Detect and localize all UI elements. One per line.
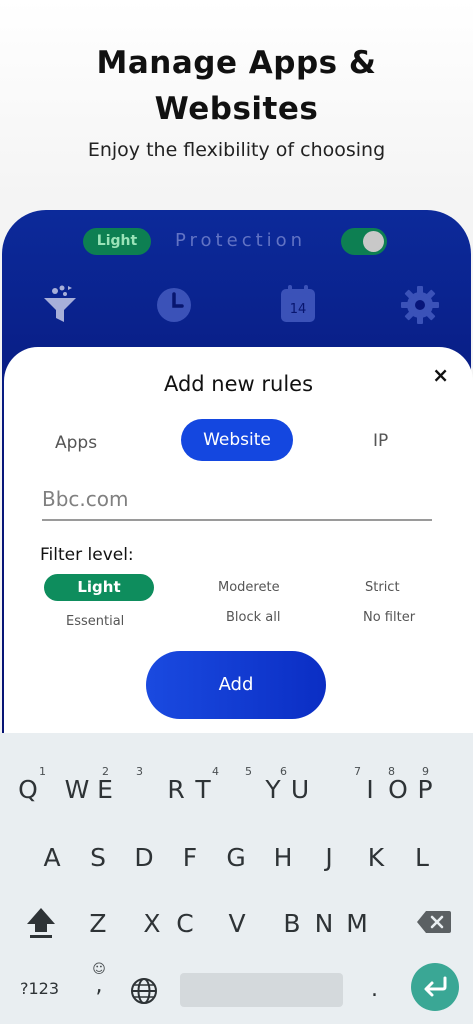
modal-title: Add new rules (163, 372, 314, 396)
key-f[interactable]: F (175, 843, 205, 872)
key-a[interactable]: A (37, 843, 67, 872)
status-row: Light Protection (2, 228, 471, 256)
key-e[interactable]: E (90, 775, 120, 804)
tab-ip[interactable]: IP (373, 431, 388, 451)
shift-icon (27, 908, 55, 938)
key-j[interactable]: J (314, 843, 344, 872)
globe-icon[interactable] (130, 977, 158, 1005)
calendar-icon[interactable]: 14 (276, 282, 320, 326)
key-x[interactable]: X (137, 909, 167, 938)
add-button[interactable]: Add (146, 651, 326, 719)
key-b[interactable]: B (277, 909, 307, 938)
headline-line-1: Manage Apps & (96, 45, 377, 81)
key-p[interactable]: P (410, 775, 440, 804)
comma-label: , (95, 973, 103, 998)
headline: Manage Apps & Websites (0, 40, 473, 132)
key-n[interactable]: N (309, 909, 339, 938)
nav-icon-row: 14 (2, 282, 471, 332)
headline-line-2: Websites (154, 91, 319, 127)
filter-option-moderete[interactable]: Moderete (218, 580, 280, 595)
key-w[interactable]: W (62, 775, 92, 804)
key-o[interactable]: O (383, 775, 413, 804)
period-key[interactable]: . (371, 977, 378, 1002)
filter-option-light[interactable]: Light (44, 574, 154, 601)
key-i[interactable]: I (355, 775, 385, 804)
gear-icon[interactable] (398, 282, 442, 326)
key-r[interactable]: R (161, 775, 191, 804)
key-h[interactable]: H (268, 843, 298, 872)
filter-option-strict[interactable]: Strict (365, 580, 400, 595)
filter-option-no-filter[interactable]: No filter (363, 610, 415, 625)
protection-label: Protection (175, 230, 307, 251)
key-hint-2: 2 (102, 765, 109, 778)
shift-key[interactable] (24, 904, 58, 940)
backspace-icon (417, 911, 451, 933)
symbols-key[interactable]: ?123 (20, 979, 59, 998)
key-hint-5: 5 (245, 765, 252, 778)
key-s[interactable]: S (83, 843, 113, 872)
subheadline: Enjoy the flexibility of choosing (87, 139, 386, 161)
key-g[interactable]: G (221, 843, 251, 872)
protection-toggle[interactable] (341, 228, 387, 255)
key-v[interactable]: V (222, 909, 252, 938)
tab-website[interactable]: Website (181, 419, 293, 461)
key-y[interactable]: Y (258, 775, 288, 804)
key-z[interactable]: Z (83, 909, 113, 938)
add-rules-modal: Add new rules × Apps Website IP Bbc.com … (4, 347, 473, 747)
toggle-knob (363, 231, 384, 252)
key-c[interactable]: C (170, 909, 200, 938)
key-k[interactable]: K (361, 843, 391, 872)
filter-icon[interactable] (38, 282, 82, 326)
key-hint-8: 8 (388, 765, 395, 778)
clock-icon[interactable] (152, 282, 196, 326)
filter-level-label: Filter level: (40, 545, 134, 565)
key-u[interactable]: U (285, 775, 315, 804)
filter-option-essential[interactable]: Essential (66, 614, 124, 629)
key-hint-7: 7 (354, 765, 361, 778)
key-hint-4: 4 (212, 765, 219, 778)
key-q[interactable]: Q (13, 775, 43, 804)
key-hint-3: 3 (136, 765, 143, 778)
keyboard: Q W E R T Y U I O P 1 2 3 4 5 6 7 8 9 A … (0, 733, 473, 1024)
key-hint-9: 9 (422, 765, 429, 778)
enter-key[interactable] (411, 963, 459, 1011)
spacebar[interactable] (180, 973, 343, 1007)
level-pill[interactable]: Light (83, 228, 151, 255)
key-t[interactable]: T (188, 775, 218, 804)
filter-option-block-all[interactable]: Block all (226, 610, 280, 625)
key-hint-6: 6 (280, 765, 287, 778)
tab-apps[interactable]: Apps (55, 433, 97, 453)
url-input[interactable]: Bbc.com (42, 485, 432, 521)
calendar-day: 14 (290, 302, 307, 317)
key-l[interactable]: L (407, 843, 437, 872)
close-icon[interactable]: × (432, 363, 449, 387)
backspace-key[interactable] (416, 909, 452, 935)
enter-icon (424, 976, 447, 997)
key-m[interactable]: M (342, 909, 372, 938)
key-d[interactable]: D (129, 843, 159, 872)
comma-key[interactable]: ☺ , (89, 963, 109, 998)
key-hint-1: 1 (39, 765, 46, 778)
